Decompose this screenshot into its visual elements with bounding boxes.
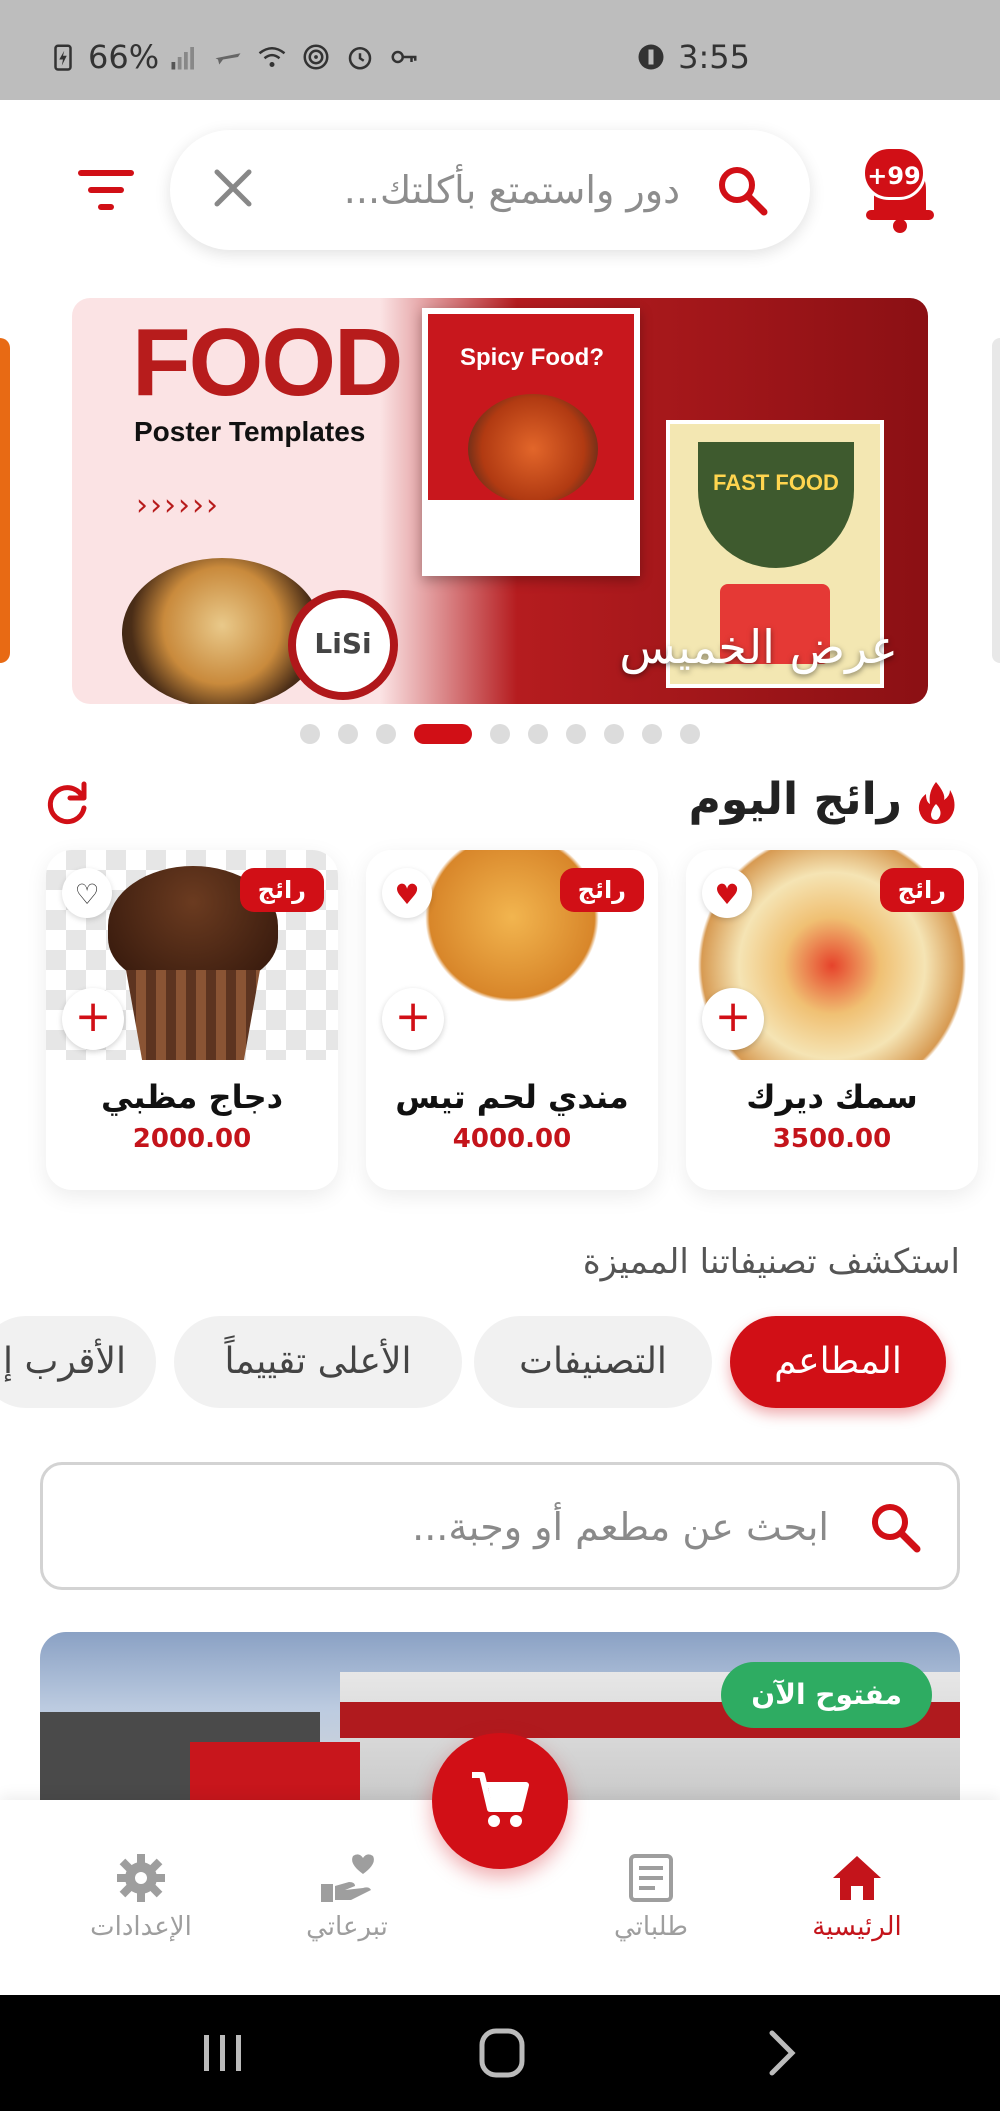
- add-to-cart-button[interactable]: +: [702, 988, 764, 1050]
- fire-icon: [918, 782, 955, 824]
- carousel-next-peek[interactable]: [992, 338, 1000, 663]
- nav-orders[interactable]: طلباتي: [566, 1852, 736, 1942]
- clock: 3:55: [678, 38, 750, 76]
- data-saver-icon: [638, 44, 664, 70]
- promo-carousel[interactable]: FOOD Poster Templates ›››››› LiSi Spicy …: [0, 298, 1000, 708]
- donation-hand-icon: [321, 1854, 374, 1902]
- carousel-dot[interactable]: [604, 724, 624, 744]
- heart-filled-icon[interactable]: ♥: [382, 868, 432, 918]
- trending-tag: رائج: [879, 868, 964, 912]
- poster-spicy-food: Spicy Food?: [422, 308, 640, 576]
- poster1-strip: [428, 500, 634, 570]
- home-button-icon[interactable]: [472, 2025, 532, 2081]
- nav-home[interactable]: الرئيسية: [772, 1852, 942, 1942]
- status-left: 66%: [48, 38, 419, 76]
- alarm-icon: [348, 47, 372, 70]
- banner-subtitle: Poster Templates: [134, 416, 366, 447]
- trending-tag: رائج: [239, 868, 324, 912]
- carousel-dot[interactable]: [642, 724, 662, 744]
- chip-categories[interactable]: التصنيفات: [474, 1316, 712, 1408]
- trending-tag: رائج: [559, 868, 644, 912]
- cupcake-wrapper: [126, 970, 260, 1060]
- battery-charging-icon: [54, 44, 72, 71]
- product-name: دجاج مظبي: [100, 1078, 284, 1116]
- notification-badge: +99: [862, 146, 926, 200]
- product-card[interactable]: رائج ♡ + دجاج مظبي 2000.00: [46, 850, 338, 1190]
- nav-home-label: الرئيسية: [812, 1912, 902, 1942]
- carousel-prev-peek[interactable]: [0, 338, 10, 663]
- back-chevron-icon[interactable]: [752, 2025, 812, 2081]
- banner-caption: عرض الخميس: [619, 620, 898, 674]
- add-to-cart-button[interactable]: +: [62, 988, 124, 1050]
- orders-list-icon: [629, 1854, 673, 1902]
- hotspot-icon: [303, 44, 329, 70]
- shopping-cart-icon: [472, 1772, 529, 1827]
- filter-icon[interactable]: [78, 168, 134, 212]
- home-icon: [833, 1856, 881, 1900]
- brand-logo: LiSi: [288, 590, 398, 700]
- recent-apps-icon[interactable]: [192, 2025, 252, 2081]
- product-name: مندي لحم تيس: [395, 1078, 629, 1116]
- trending-title: رائج اليوم: [688, 774, 902, 825]
- status-icons: [169, 42, 419, 72]
- carousel-dot[interactable]: [490, 724, 510, 744]
- category-chips: المطاعم التصنيفات الأعلى تقييماً الأقرب …: [0, 1312, 1000, 1412]
- signal-icon: [171, 47, 195, 70]
- product-price: 4000.00: [452, 1124, 572, 1154]
- cart-fab-button[interactable]: [432, 1733, 568, 1869]
- status-right: 3:55: [636, 38, 750, 76]
- nav-settings[interactable]: الإعدادات: [56, 1852, 226, 1942]
- heart-outline-icon[interactable]: ♡: [62, 868, 112, 918]
- carousel-dot[interactable]: [414, 724, 472, 744]
- wifi-icon: [258, 47, 286, 67]
- chip-restaurants[interactable]: المطاعم: [730, 1316, 946, 1408]
- carousel-dot[interactable]: [528, 724, 548, 744]
- add-to-cart-button[interactable]: +: [382, 988, 444, 1050]
- carousel-dot[interactable]: [338, 724, 358, 744]
- carousel-dot[interactable]: [300, 724, 320, 744]
- system-navigation-bar: [0, 1995, 1000, 2111]
- poster2-title: FAST FOOD: [713, 470, 839, 495]
- chip-nearest[interactable]: الأقرب إ: [0, 1316, 156, 1408]
- banner-arrows: ››››››: [136, 488, 220, 523]
- explore-title: استكشف تصنيفاتنا المميزة: [582, 1242, 960, 1282]
- heart-filled-icon[interactable]: ♥: [702, 868, 752, 918]
- carousel-dot[interactable]: [680, 724, 700, 744]
- nav-donations[interactable]: تبرعاتي: [262, 1852, 432, 1942]
- gear-icon: [117, 1854, 165, 1902]
- carousel-dot[interactable]: [376, 724, 396, 744]
- product-price: 2000.00: [132, 1124, 252, 1154]
- product-card[interactable]: رائج ♥ + مندي لحم تيس 4000.00: [366, 850, 658, 1190]
- nav-donations-label: تبرعاتي: [306, 1912, 388, 1942]
- status-bar: 66% 3:55: [0, 0, 1000, 100]
- nav-settings-label: الإعدادات: [90, 1912, 192, 1942]
- product-price: 3500.00: [772, 1124, 892, 1154]
- airplane-icon: [215, 53, 241, 65]
- product-name: سمك ديرك: [746, 1078, 918, 1116]
- open-status-badge: مفتوح الآن: [721, 1662, 932, 1728]
- fried-chicken-image: [468, 394, 598, 504]
- close-icon[interactable]: [205, 160, 261, 216]
- promo-banner[interactable]: FOOD Poster Templates ›››››› LiSi Spicy …: [72, 298, 928, 704]
- trending-products: رائج ♥ + سمك ديرك 3500.00 رائج ♥ + مندي …: [0, 850, 1000, 1200]
- banner-title: FOOD: [132, 309, 403, 416]
- restaurant-search-field[interactable]: ابحث عن مطعم أو وجبة...: [40, 1462, 960, 1590]
- vpn-key-icon: [391, 50, 417, 64]
- trending-header: رائج اليوم: [0, 770, 1000, 840]
- carousel-dots[interactable]: [0, 722, 1000, 746]
- battery-level: 66%: [88, 38, 160, 76]
- nav-orders-label: طلباتي: [614, 1912, 688, 1942]
- refresh-icon[interactable]: [44, 780, 90, 826]
- poster2-header: [698, 442, 854, 568]
- restaurant-search-placeholder[interactable]: ابحث عن مطعم أو وجبة...: [412, 1505, 829, 1549]
- product-card[interactable]: رائج ♥ + سمك ديرك 3500.00: [686, 850, 978, 1190]
- search-icon[interactable]: [714, 162, 770, 218]
- carousel-dot[interactable]: [566, 724, 586, 744]
- search-icon[interactable]: [867, 1499, 923, 1555]
- poster1-title: Spicy Food?: [460, 344, 604, 371]
- restaurant-awning: [190, 1742, 360, 1802]
- chip-top-rated[interactable]: الأعلى تقييماً: [174, 1316, 462, 1408]
- search-placeholder[interactable]: دور واستمتع بأكلتك...: [344, 168, 680, 212]
- main-search-bar[interactable]: دور واستمتع بأكلتك...: [170, 130, 810, 250]
